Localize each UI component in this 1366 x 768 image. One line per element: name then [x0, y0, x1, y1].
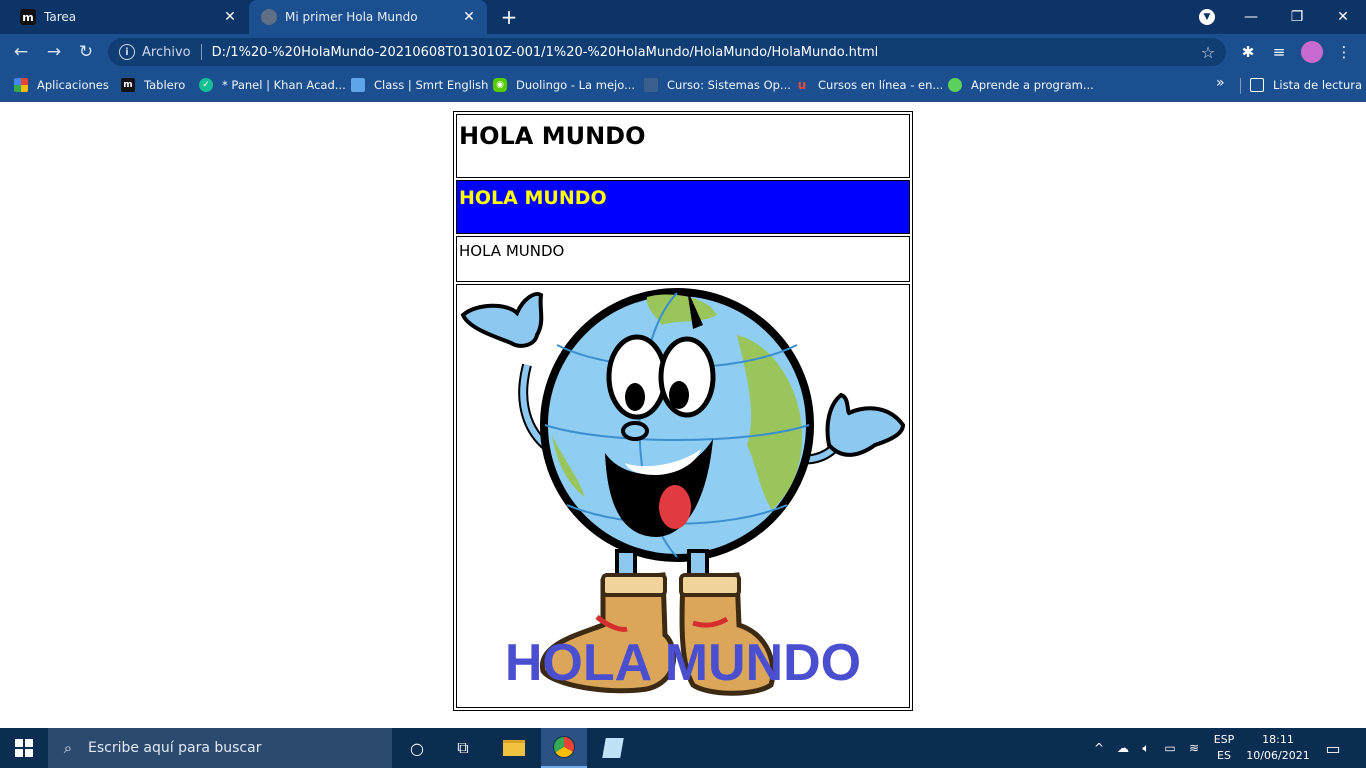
restore-button[interactable]: ❐: [1274, 0, 1320, 34]
back-arrow-icon[interactable]: ←: [9, 40, 33, 64]
table-cell-2: HOLA MUNDO: [456, 180, 910, 234]
bookmark-sistemas[interactable]: Curso: Sistemas Op...: [644, 70, 791, 100]
khan-icon: ✓: [199, 78, 213, 92]
tab-tarea[interactable]: m Tarea ✕: [8, 0, 248, 34]
star-icon[interactable]: ☆: [1196, 43, 1220, 62]
reading-list-icon: [1250, 78, 1264, 92]
bookmark-smrt-english[interactable]: Class | Smrt English: [351, 70, 488, 100]
globe-cartoon-image: HOLA MUNDO: [457, 285, 909, 707]
image-caption: HOLA MUNDO: [505, 634, 861, 692]
volume-icon[interactable]: 🔈︎: [1136, 728, 1156, 768]
heading-1: HOLA MUNDO: [459, 122, 646, 150]
bookmark-aprende[interactable]: Aprende a program...: [948, 70, 1094, 100]
task-view-icon[interactable]: ⧉: [440, 728, 486, 768]
more-bookmarks-icon[interactable]: »: [1216, 75, 1225, 91]
search-icon: ⌕: [63, 739, 73, 757]
menu-icon[interactable]: ⋮: [1333, 41, 1355, 63]
notepad-icon[interactable]: [590, 728, 636, 768]
globe-cartoon-svg: HOLA MUNDO: [460, 288, 906, 696]
show-hidden-icons[interactable]: ^: [1090, 728, 1108, 768]
bookmark-duolingo[interactable]: ◉ Duolingo - La mejo...: [493, 70, 635, 100]
media-icon[interactable]: ≡: [1268, 41, 1290, 63]
windows-start-button[interactable]: [0, 728, 48, 768]
hola-table: HOLA MUNDO HOLA MUNDO HOLA MUNDO HOLA MU…: [453, 111, 913, 711]
m-logo-icon: m: [121, 78, 135, 92]
windows-logo-icon: [15, 739, 33, 757]
address-bar[interactable]: i Archivo D:/1%20-%20HolaMundo-20210608T…: [108, 38, 1226, 66]
info-icon[interactable]: i: [119, 44, 135, 60]
globe-icon: [261, 9, 277, 25]
divider: [1240, 78, 1241, 94]
minimize-button[interactable]: —: [1228, 0, 1274, 34]
new-tab-button[interactable]: +: [498, 5, 520, 29]
book-icon: [351, 78, 365, 92]
table-cell-1: HOLA MUNDO: [456, 114, 910, 178]
taskbar: ⌕ Escribe aquí para buscar ○ ⧉ ^ ☁ 🔈︎ ▭ …: [0, 728, 1366, 768]
bookmark-aplicaciones[interactable]: Aplicaciones: [14, 70, 109, 100]
file-explorer-icon[interactable]: [491, 728, 537, 768]
tab-hola-mundo[interactable]: Mi primer Hola Mundo ✕: [249, 0, 487, 34]
lizard-icon: [948, 78, 962, 92]
tab-title: Mi primer Hola Mundo: [285, 10, 418, 24]
extensions-icon[interactable]: ✱: [1237, 41, 1259, 63]
clock[interactable]: 18:11 10/06/2021: [1246, 732, 1310, 764]
apps-grid-icon: [14, 78, 28, 92]
forward-arrow-icon[interactable]: →: [42, 40, 66, 64]
table-cell-3: HOLA MUNDO: [456, 236, 910, 282]
table-cell-4: HOLA MUNDO: [456, 284, 910, 708]
tab-search-icon[interactable]: ▼: [1199, 9, 1215, 25]
browser-toolbar: ← → ↻ i Archivo D:/1%20-%20HolaMundo-202…: [0, 34, 1366, 70]
close-tab-icon[interactable]: ✕: [220, 7, 240, 27]
divider: [200, 44, 202, 60]
notifications-icon[interactable]: ▭: [1318, 728, 1348, 768]
web-page: HOLA MUNDO HOLA MUNDO HOLA MUNDO HOLA MU…: [0, 102, 1366, 728]
scheme-label: Archivo: [142, 44, 191, 60]
avatar[interactable]: [1301, 41, 1323, 63]
reload-icon[interactable]: ↻: [74, 40, 98, 64]
chrome-icon[interactable]: [541, 728, 587, 768]
heading-small: HOLA MUNDO: [459, 242, 565, 260]
u-icon: u: [797, 78, 807, 92]
tab-strip: m Tarea ✕ Mi primer Hola Mundo ✕ + ▼ — ❐…: [0, 0, 1366, 34]
heading-yellow: HOLA MUNDO: [459, 187, 607, 209]
tab-title: Tarea: [44, 10, 77, 24]
m-logo-icon: m: [20, 9, 36, 25]
input-language[interactable]: ESP ES: [1208, 732, 1240, 764]
search-placeholder: Escribe aquí para buscar: [88, 740, 262, 756]
cortana-icon[interactable]: ○: [394, 728, 440, 768]
close-window-button[interactable]: ✕: [1320, 0, 1366, 34]
wifi-icon[interactable]: ≋: [1184, 728, 1204, 768]
bookmark-khan[interactable]: ✓ * Panel | Khan Acad...: [199, 70, 346, 100]
battery-icon[interactable]: ▭: [1160, 728, 1180, 768]
onedrive-icon[interactable]: ☁: [1112, 728, 1134, 768]
bookmarks-bar: Aplicaciones m Tablero ✓ * Panel | Khan …: [0, 70, 1366, 102]
course-icon: [644, 78, 658, 92]
url-text[interactable]: D:/1%20-%20HolaMundo-20210608T013010Z-00…: [212, 45, 1196, 60]
close-tab-icon[interactable]: ✕: [459, 7, 479, 27]
bookmark-cursos[interactable]: u Cursos en línea - en...: [795, 70, 944, 100]
bookmark-tablero[interactable]: m Tablero: [121, 70, 185, 100]
reading-list-button[interactable]: Lista de lectura: [1250, 70, 1362, 100]
duolingo-icon: ◉: [493, 78, 507, 92]
taskbar-search[interactable]: ⌕ Escribe aquí para buscar: [48, 728, 392, 768]
